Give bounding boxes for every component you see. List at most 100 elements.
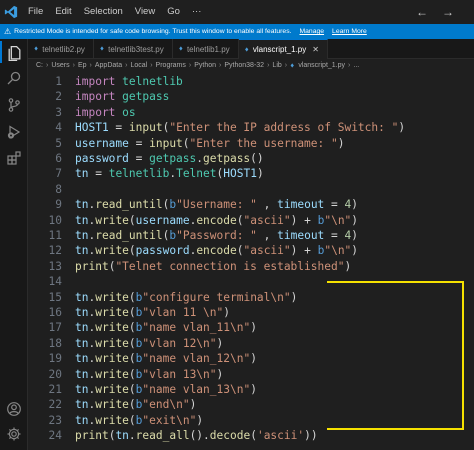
code-token: 'ascii' bbox=[256, 429, 305, 443]
restricted-mode-banner: ⚠ Restricted Mode is intended for safe c… bbox=[0, 24, 474, 39]
menu-selection[interactable]: Selection bbox=[78, 0, 129, 24]
tab-label: telnetlib2.py bbox=[42, 44, 85, 54]
line-code: tn.read_until(b"Password: " , timeout = … bbox=[75, 228, 358, 243]
code-token: import bbox=[75, 105, 116, 119]
code-line[interactable]: 12 tn.write(password.encode("ascii") + b"… bbox=[28, 243, 474, 258]
code-token: . bbox=[128, 429, 136, 443]
code-line[interactable]: 14 bbox=[28, 274, 474, 289]
breadcrumb-item[interactable]: AppData bbox=[95, 62, 122, 69]
code-token: ) bbox=[196, 413, 204, 427]
code-token: input bbox=[128, 121, 163, 135]
code-line[interactable]: 3 import os bbox=[28, 105, 474, 120]
source-control-icon[interactable] bbox=[4, 95, 24, 115]
line-number: 19 bbox=[48, 352, 62, 366]
code-token: (). bbox=[189, 429, 210, 443]
python-file-icon: ♦ bbox=[99, 45, 105, 53]
code-line[interactable]: 1 import telnetlib bbox=[28, 74, 474, 89]
tab-label: telnetlib1.py bbox=[186, 44, 230, 54]
code-line[interactable]: 13 print("Telnet connection is establishe… bbox=[28, 259, 474, 274]
code-token: username bbox=[75, 136, 129, 150]
code-token: ) bbox=[256, 167, 264, 181]
code-token: os bbox=[122, 105, 136, 119]
code-line[interactable]: 8 bbox=[28, 182, 474, 197]
code-line[interactable]: 21 tn.write(b"name vlan_13\n") bbox=[28, 382, 474, 397]
code-line[interactable]: 9 tn.read_until(b"Username: " , timeout =… bbox=[28, 197, 474, 212]
breadcrumb-item[interactable]: C: bbox=[36, 62, 43, 69]
code-token: read_until bbox=[95, 198, 163, 212]
code-line[interactable]: 16 tn.write(b"vlan 11 \n") bbox=[28, 305, 474, 320]
code-token: username bbox=[135, 213, 190, 227]
code-token: write bbox=[95, 398, 129, 412]
line-code: tn.write(b"vlan 12\n") bbox=[75, 336, 223, 351]
search-icon[interactable] bbox=[4, 68, 24, 88]
code-line[interactable]: 15 tn.write(b"configure terminal\n") bbox=[28, 290, 474, 305]
tab-telnetlib2[interactable]: ♦ telnetlib2.py bbox=[28, 39, 94, 59]
code-editor[interactable]: 1 import telnetlib 2 import getpass 3 import … bbox=[28, 72, 474, 450]
code-token: write bbox=[95, 321, 129, 335]
code-token: "Telnet connection is established" bbox=[115, 259, 345, 273]
code-line[interactable]: 17 tn.write(b"name vlan_11\n") bbox=[28, 320, 474, 335]
breadcrumb-item[interactable]: Python38-32 bbox=[224, 62, 264, 69]
code-token: ( bbox=[250, 429, 257, 443]
code-token: = bbox=[128, 136, 150, 150]
code-line[interactable]: 6 password = getpass.getpass() bbox=[28, 151, 474, 166]
settings-gear-icon[interactable] bbox=[4, 424, 24, 444]
code-line[interactable]: 7 tn = telnetlib.Telnet(HOST1) bbox=[28, 166, 474, 181]
code-line[interactable]: 10 tn.write(username.encode("ascii") + b"… bbox=[28, 213, 474, 228]
code-token: ) + bbox=[290, 244, 318, 258]
code-token: ( bbox=[128, 398, 136, 412]
code-token: timeout bbox=[277, 198, 325, 212]
code-token: read_until bbox=[95, 229, 163, 242]
code-line[interactable]: 2 import getpass bbox=[28, 89, 474, 104]
tab-label: telnetlib3test.py bbox=[108, 44, 164, 54]
menu-more[interactable]: ··· bbox=[186, 0, 208, 24]
account-icon[interactable] bbox=[4, 399, 24, 419]
menu-view[interactable]: View bbox=[129, 0, 161, 24]
code-line[interactable]: 23 tn.write(b"exit\n") bbox=[28, 413, 474, 428]
explorer-icon[interactable] bbox=[4, 42, 24, 62]
menu-file[interactable]: File bbox=[22, 0, 49, 24]
manage-link[interactable]: Manage bbox=[299, 28, 324, 35]
tab-vlanscript-1[interactable]: ♦ vlanscript_1.py ✕ bbox=[238, 39, 328, 59]
line-number: 21 bbox=[48, 383, 62, 396]
extensions-icon[interactable] bbox=[4, 148, 24, 168]
code-line[interactable]: 19 tn.write(b"name vlan_12\n") bbox=[28, 351, 474, 366]
breadcrumb-item[interactable]: Python bbox=[194, 62, 216, 69]
breadcrumb-item[interactable]: ... bbox=[353, 62, 359, 69]
breadcrumb-item[interactable]: Local bbox=[130, 62, 147, 69]
menu-go[interactable]: Go bbox=[161, 0, 186, 24]
code-token: = bbox=[324, 229, 345, 242]
code-token: getpass bbox=[122, 90, 170, 104]
breadcrumb-item[interactable]: Programs bbox=[156, 62, 186, 69]
line-number: 9 bbox=[55, 198, 62, 212]
code-line[interactable]: 20 tn.write(b"vlan 13\n") bbox=[28, 367, 474, 382]
tab-telnetlib1[interactable]: ♦ telnetlib1.py bbox=[173, 39, 239, 59]
code-line[interactable]: 11 tn.read_until(b"Password: " , timeout … bbox=[28, 228, 474, 243]
tab-telnetlib3test[interactable]: ♦ telnetlib3test.py bbox=[94, 39, 173, 59]
forward-arrow-icon[interactable]: → bbox=[442, 5, 454, 19]
line-number: 23 bbox=[48, 413, 62, 427]
breadcrumb-item[interactable]: Users bbox=[51, 62, 69, 69]
chevron-right-icon: › bbox=[284, 62, 288, 69]
breadcrumb-item[interactable]: Ep bbox=[78, 62, 87, 69]
code-line[interactable]: 24 print(tn.read_all().decode('ascii')) bbox=[28, 428, 474, 443]
breadcrumb-item[interactable]: vlanscript_1.py bbox=[298, 62, 345, 69]
editor-tab-bar: ♦ telnetlib2.py ♦ telnetlib3test.py ♦ te… bbox=[28, 39, 474, 59]
line-code: import getpass bbox=[75, 89, 169, 104]
line-code: tn.write(b"name vlan_13\n") bbox=[75, 382, 257, 397]
code-line[interactable]: 18 tn.write(b"vlan 12\n") bbox=[28, 336, 474, 351]
breadcrumb-item[interactable]: Lib bbox=[272, 62, 281, 69]
menu-edit[interactable]: Edit bbox=[49, 0, 77, 24]
code-line[interactable]: 22 tn.write(b"end\n") bbox=[28, 397, 474, 412]
code-line[interactable]: 5 username = input("Enter the username: "… bbox=[28, 136, 474, 151]
code-token: ) bbox=[351, 244, 359, 258]
back-arrow-icon[interactable]: ← bbox=[416, 5, 428, 19]
learn-more-link[interactable]: Learn More bbox=[332, 28, 367, 35]
line-number: 11 bbox=[48, 229, 62, 242]
code-token: ( bbox=[128, 336, 136, 350]
python-file-icon: ♦ bbox=[290, 61, 295, 70]
code-token: import bbox=[75, 75, 116, 88]
code-line[interactable]: 4 HOST1 = input("Enter the IP address of … bbox=[28, 120, 474, 135]
run-debug-icon[interactable] bbox=[4, 122, 24, 142]
close-icon[interactable]: ✕ bbox=[312, 45, 319, 54]
